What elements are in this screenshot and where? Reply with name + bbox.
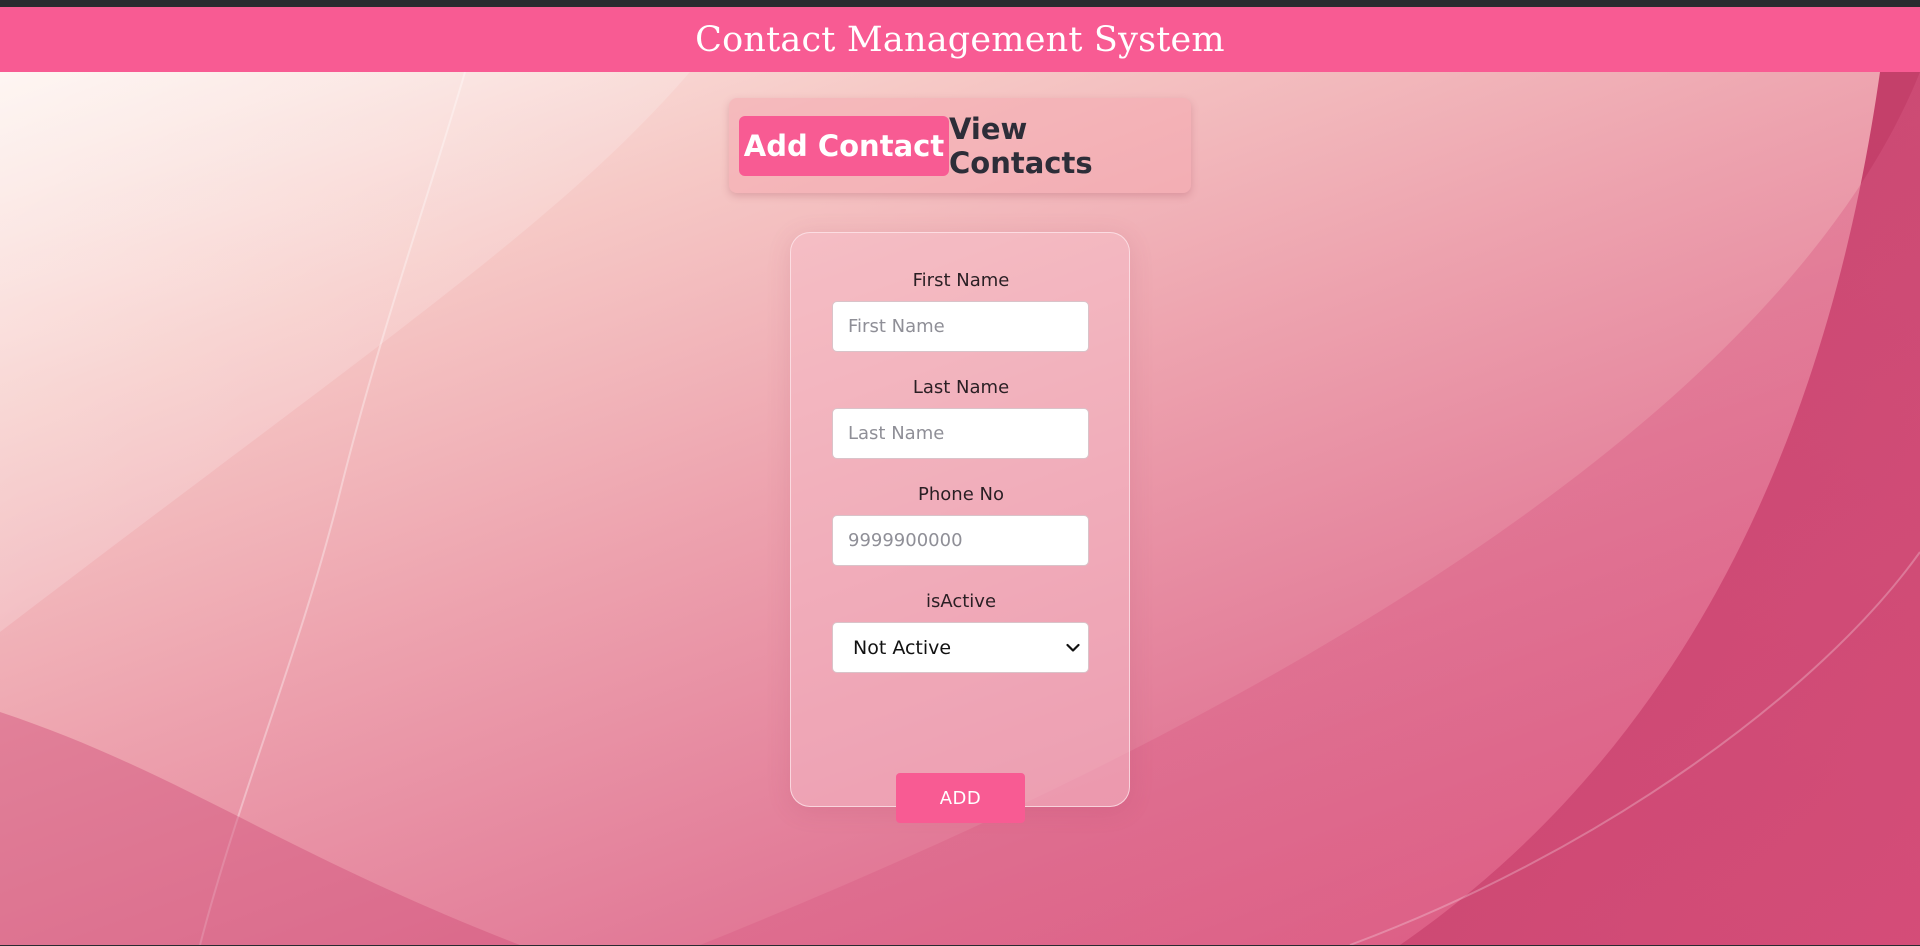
first-name-label: First Name bbox=[912, 270, 1010, 291]
chevron-down-icon bbox=[1066, 643, 1080, 652]
add-button[interactable]: ADD bbox=[896, 773, 1025, 823]
phone-label: Phone No bbox=[918, 484, 1004, 505]
first-name-input[interactable] bbox=[832, 301, 1089, 352]
tab-bar: Add Contact View Contacts bbox=[729, 98, 1191, 193]
add-contact-form: First Name Last Name Phone No isActive N… bbox=[790, 232, 1130, 823]
last-name-input[interactable] bbox=[832, 408, 1089, 459]
is-active-selected-value: Not Active bbox=[853, 636, 952, 659]
tab-add-contact[interactable]: Add Contact bbox=[739, 115, 949, 176]
is-active-label: isActive bbox=[925, 591, 997, 612]
main-area: Add Contact View Contacts First Name Las… bbox=[0, 72, 1920, 945]
page-title: Contact Management System bbox=[695, 19, 1225, 60]
is-active-select[interactable]: Not Active bbox=[832, 622, 1089, 673]
app-header: Contact Management System bbox=[0, 7, 1920, 72]
window-top-strip bbox=[0, 0, 1920, 7]
phone-input[interactable] bbox=[832, 515, 1089, 566]
tab-view-contacts[interactable]: View Contacts bbox=[949, 112, 1181, 180]
last-name-label: Last Name bbox=[912, 377, 1010, 398]
